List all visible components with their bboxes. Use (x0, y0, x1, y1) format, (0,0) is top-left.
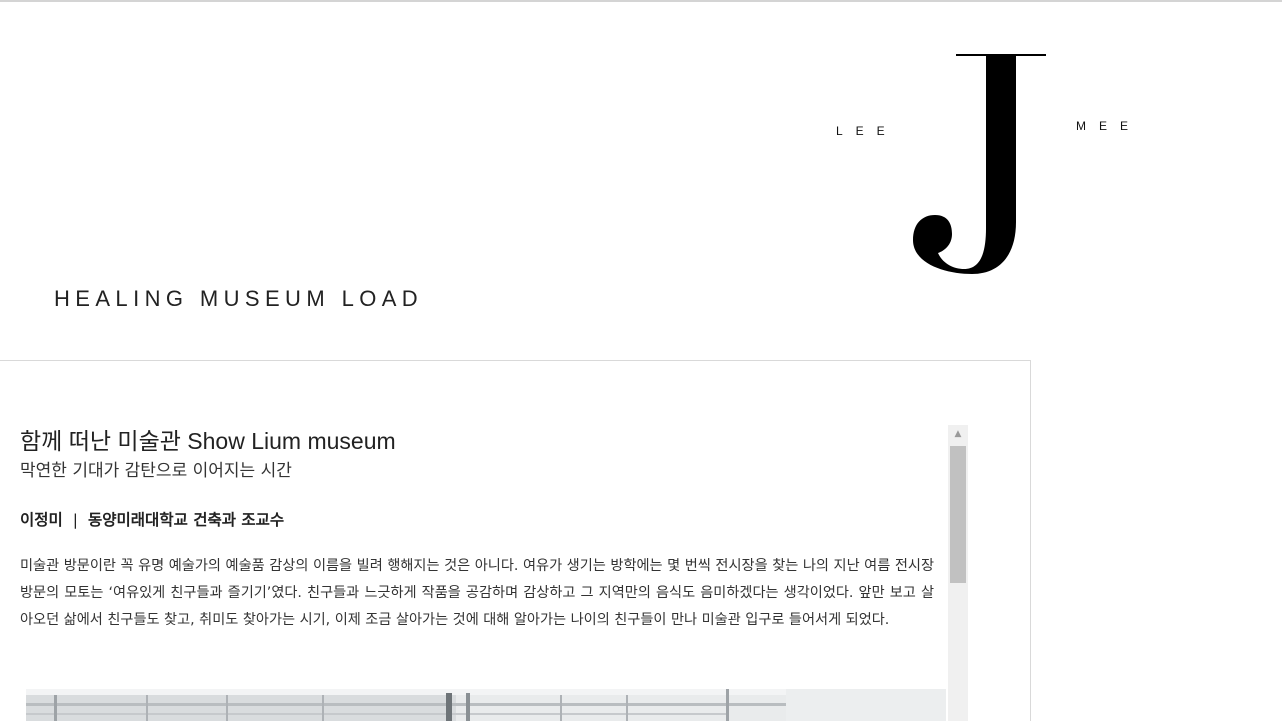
museum-photo-image (26, 689, 946, 721)
author-name: 이정미 (20, 511, 63, 529)
article-panel: 함께 떠난 미술관 Show Lium museum 막연한 기대가 감탄으로 … (0, 360, 1031, 721)
article-scroll-area[interactable]: 함께 떠난 미술관 Show Lium museum 막연한 기대가 감탄으로 … (20, 425, 946, 721)
top-divider (0, 0, 1282, 2)
lee-j-mee-logo[interactable]: LEE MEE (830, 50, 1150, 280)
site-title: HEALING MUSEUM LOAD (54, 286, 424, 311)
logo-j-letter-icon (913, 54, 1046, 274)
article-subtitle: 막연한 기대가 감탄으로 이어지는 시간 (20, 461, 292, 481)
author-affiliation: 동양미래대학교 건축과 조교수 (88, 511, 285, 529)
museum-photo (26, 689, 946, 721)
article-scrollbar[interactable]: ▲ (948, 425, 968, 721)
scroll-up-arrow-icon[interactable]: ▲ (948, 425, 968, 443)
author-byline: 이정미 | 동양미래대학교 건축과 조교수 (20, 509, 946, 531)
article-title: 함께 떠난 미술관 Show Lium museum (20, 428, 396, 454)
scrollbar-thumb[interactable] (950, 446, 966, 583)
logo-word-right: MEE (1076, 119, 1142, 133)
article-body: 미술관 방문이란 꼭 유명 예술가의 예술품 감상의 이름을 빌려 행해지는 것… (20, 558, 935, 628)
byline-separator: | (72, 511, 79, 529)
logo-word-left: LEE (836, 124, 898, 138)
